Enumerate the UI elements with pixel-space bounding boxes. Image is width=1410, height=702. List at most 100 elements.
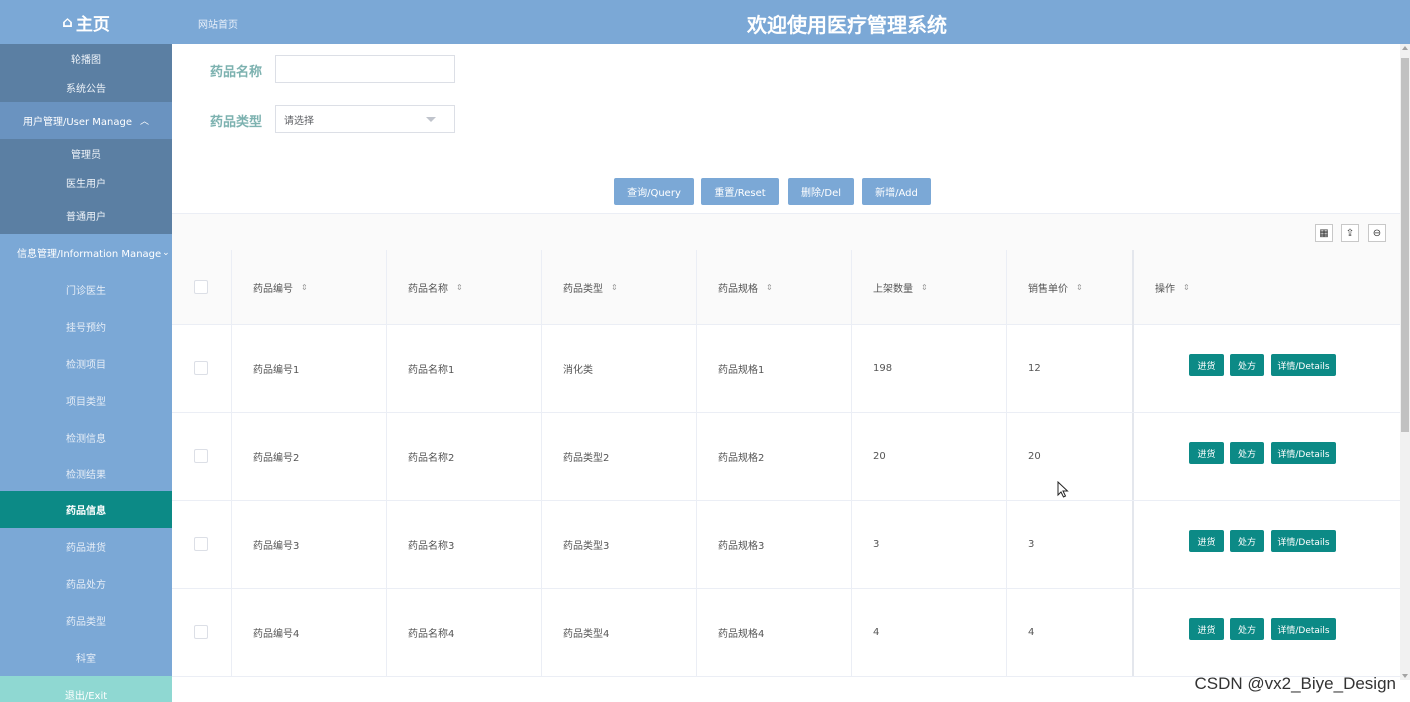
sort-icon[interactable]: ⇕ — [1076, 283, 1083, 292]
sidebar-item-clinic-doctor[interactable]: 门诊医生 — [0, 271, 172, 308]
add-button[interactable]: 新增/Add — [862, 178, 931, 205]
details-button[interactable]: 详情/Details — [1271, 618, 1336, 640]
column-header[interactable]: 药品名称 ⇕ — [386, 250, 541, 325]
sidebar-item-announcement[interactable]: 系统公告 — [0, 73, 172, 102]
sidebar-item-appointment[interactable]: 挂号预约 — [0, 308, 172, 345]
sidebar-item-drug-purchase[interactable]: 药品进货 — [0, 528, 172, 565]
cell-drug-code: 药品编号2 — [231, 413, 386, 500]
stock-button[interactable]: 进货 — [1189, 442, 1224, 464]
cell-drug-type: 药品类型2 — [541, 413, 696, 500]
cell-actions: 进货 处方 详情/Details — [1132, 589, 1400, 676]
column-header[interactable]: 上架数量 ⇕ — [851, 250, 1006, 325]
print-icon[interactable]: ⊖ — [1368, 224, 1386, 242]
sort-icon[interactable]: ⇕ — [921, 283, 928, 292]
scroll-down-arrow-icon[interactable] — [1402, 674, 1408, 678]
query-button[interactable]: 查询/Query — [614, 178, 694, 205]
cell-drug-qty: 198 — [851, 325, 1006, 412]
reset-button[interactable]: 重置/Reset — [701, 178, 779, 205]
filter-columns-icon[interactable]: ▦ — [1315, 224, 1333, 242]
prescription-button[interactable]: 处方 — [1230, 442, 1264, 464]
sidebar-item-normal-users[interactable]: 普通用户 — [0, 197, 172, 234]
sidebar-group-user-manage[interactable]: 用户管理/User Manage ︿ — [0, 102, 172, 139]
cell-actions: 进货 处方 详情/Details — [1132, 325, 1400, 412]
column-header[interactable]: 药品编号 ⇕ — [231, 250, 386, 325]
cell-actions: 进货 处方 详情/Details — [1132, 501, 1400, 588]
vertical-scrollbar[interactable] — [1400, 44, 1410, 680]
cell-drug-spec: 药品规格3 — [696, 501, 851, 588]
sidebar-item-drug-prescription[interactable]: 药品处方 — [0, 565, 172, 602]
sidebar-item-test-info[interactable]: 检测信息 — [0, 419, 172, 456]
sidebar-item-exit[interactable]: 退出/Exit — [0, 676, 172, 702]
row-checkbox[interactable] — [194, 625, 208, 639]
sidebar-item-carousel[interactable]: 轮播图 — [0, 44, 172, 73]
cell-drug-type: 药品类型4 — [541, 589, 696, 676]
cell-drug-name: 药品名称3 — [386, 501, 541, 588]
table-row: 药品编号2 药品名称2 药品类型2 药品规格2 20 20 进货 处方 详情/D… — [172, 413, 1400, 501]
prescription-button[interactable]: 处方 — [1230, 618, 1264, 640]
sidebar-item-test-items[interactable]: 检测项目 — [0, 345, 172, 382]
sort-icon[interactable]: ⇕ — [456, 283, 463, 292]
table-header: 药品编号 ⇕ 药品名称 ⇕ 药品类型 ⇕ 药品规格 ⇕ 上架数量 ⇕ 销售单价 ⇕ 操作 ⇕ — [172, 250, 1400, 325]
cell-drug-qty: 3 — [851, 501, 1006, 588]
sidebar-item-admin[interactable]: 管理员 — [0, 139, 172, 168]
cell-drug-name: 药品名称4 — [386, 589, 541, 676]
row-checkbox[interactable] — [194, 537, 208, 551]
sidebar-item-drug-info[interactable]: 药品信息 — [0, 491, 172, 528]
top-header: ⌂ 主页 网站首页 欢迎使用医疗管理系统 — [0, 0, 1410, 44]
cell-drug-price: 3 — [1006, 501, 1132, 588]
stock-button[interactable]: 进货 — [1189, 618, 1224, 640]
sort-icon[interactable]: ⇕ — [301, 283, 308, 292]
table-toolbar: ▦ ⇪ ⊖ — [172, 213, 1400, 250]
scroll-thumb[interactable] — [1401, 58, 1409, 432]
sidebar-item-item-type[interactable]: 项目类型 — [0, 382, 172, 419]
cell-drug-spec: 药品规格1 — [696, 325, 851, 412]
prescription-button[interactable]: 处方 — [1230, 530, 1264, 552]
cell-drug-price: 12 — [1006, 325, 1132, 412]
cell-drug-code: 药品编号1 — [231, 325, 386, 412]
delete-button[interactable]: 删除/Del — [788, 178, 854, 205]
column-header[interactable]: 销售单价 ⇕ — [1006, 250, 1132, 325]
cell-drug-type: 药品类型3 — [541, 501, 696, 588]
drug-type-select[interactable]: 请选择 — [275, 105, 455, 133]
sort-icon[interactable]: ⇕ — [611, 283, 618, 292]
cell-drug-spec: 药品规格4 — [696, 589, 851, 676]
caret-down-icon — [426, 117, 436, 122]
column-header[interactable]: 药品类型 ⇕ — [541, 250, 696, 325]
select-all-checkbox[interactable] — [194, 280, 208, 294]
sort-icon[interactable]: ⇕ — [766, 283, 773, 292]
row-checkbox[interactable] — [194, 361, 208, 375]
sidebar-item-test-result[interactable]: 检测结果 — [0, 456, 172, 491]
cell-drug-qty: 4 — [851, 589, 1006, 676]
sidebar-item-doctor-users[interactable]: 医生用户 — [0, 168, 172, 197]
drug-name-input[interactable] — [275, 55, 455, 83]
chevron-down-icon: ⌄ — [162, 247, 170, 258]
cell-actions: 进货 处方 详情/Details — [1132, 413, 1400, 500]
mouse-cursor-icon — [1057, 481, 1069, 498]
stock-button[interactable]: 进货 — [1189, 530, 1224, 552]
details-button[interactable]: 详情/Details — [1271, 354, 1336, 376]
scroll-up-arrow-icon[interactable] — [1402, 46, 1408, 50]
export-icon[interactable]: ⇪ — [1341, 224, 1359, 242]
site-home-link[interactable]: 网站首页 — [198, 16, 238, 31]
sidebar-group-info-manage[interactable]: 信息管理/Information Manage ⌄ — [0, 234, 172, 271]
home-icon: ⌂ — [62, 13, 73, 31]
drug-type-select-value: 请选择 — [284, 115, 314, 127]
column-header[interactable]: 药品规格 ⇕ — [696, 250, 851, 325]
details-button[interactable]: 详情/Details — [1271, 442, 1336, 464]
cell-drug-type: 消化类 — [541, 325, 696, 412]
cell-drug-name: 药品名称1 — [386, 325, 541, 412]
stock-button[interactable]: 进货 — [1189, 354, 1224, 376]
prescription-button[interactable]: 处方 — [1230, 354, 1264, 376]
row-checkbox[interactable] — [194, 449, 208, 463]
home-link[interactable]: ⌂ 主页 — [0, 0, 172, 44]
column-header[interactable]: 操作 ⇕ — [1132, 250, 1400, 325]
watermark: CSDN @vx2_Biye_Design — [1194, 674, 1396, 693]
sort-icon[interactable]: ⇕ — [1183, 283, 1190, 292]
cell-drug-code: 药品编号4 — [231, 589, 386, 676]
details-button[interactable]: 详情/Details — [1271, 530, 1336, 552]
sidebar-item-department[interactable]: 科室 — [0, 639, 172, 676]
sidebar: 轮播图 系统公告 用户管理/User Manage ︿ 管理员 医生用户 普通用户… — [0, 44, 172, 702]
sidebar-item-drug-type[interactable]: 药品类型 — [0, 602, 172, 639]
table-row: 药品编号4 药品名称4 药品类型4 药品规格4 4 4 进货 处方 详情/Det… — [172, 589, 1400, 677]
main-content: 药品名称 药品类型 请选择 查询/Query 重置/Reset 删除/Del 新… — [172, 44, 1400, 702]
